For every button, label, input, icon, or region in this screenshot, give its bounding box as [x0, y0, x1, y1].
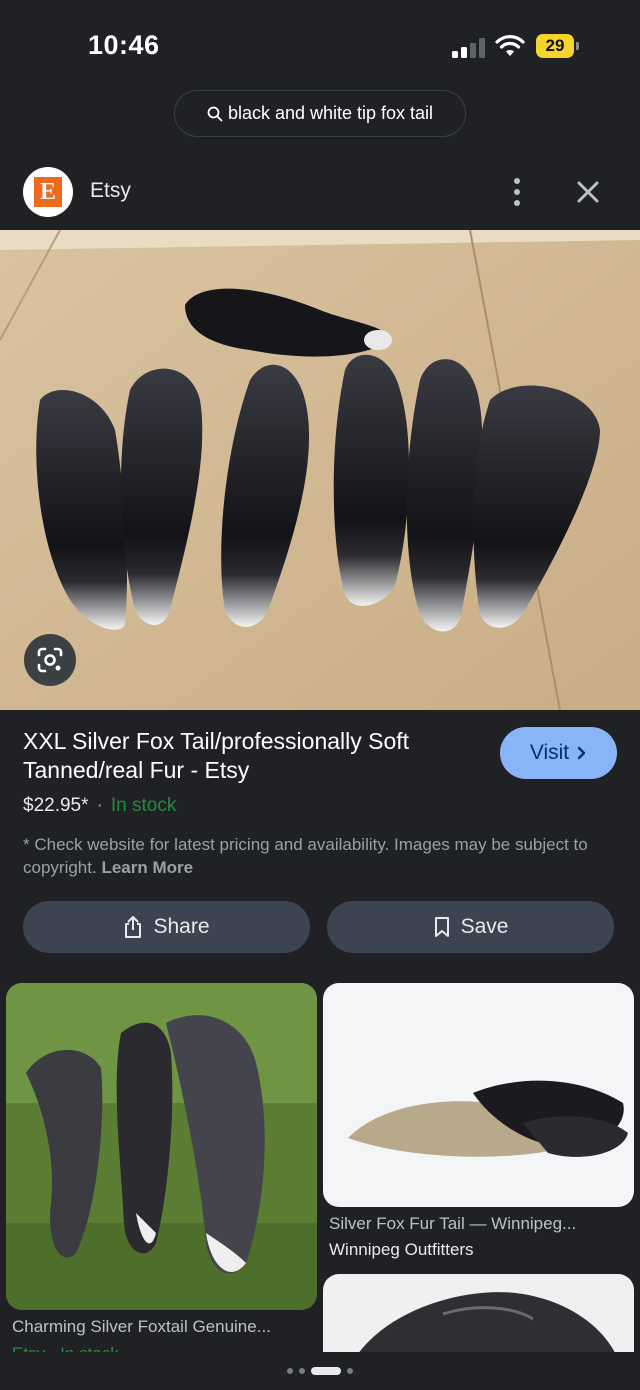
related-caption-1[interactable]: Charming Silver Foxtail Genuine... — [12, 1317, 312, 1337]
save-button[interactable]: Save — [327, 901, 614, 953]
price: $22.95* — [23, 795, 89, 816]
visual-search-button[interactable] — [24, 634, 76, 686]
stock-status: In stock — [110, 795, 177, 816]
search-query-chip[interactable]: black and white tip fox tail — [174, 90, 466, 137]
share-icon — [125, 916, 142, 938]
battery-level: 29 — [536, 34, 574, 58]
source-header: E Etsy — [0, 160, 640, 224]
source-name[interactable]: Etsy — [90, 179, 131, 203]
search-icon — [207, 106, 223, 121]
close-icon[interactable] — [570, 174, 606, 210]
etsy-logo-icon: E — [23, 167, 73, 217]
share-button-label: Share — [153, 915, 210, 938]
disclaimer-text: * Check website for latest pricing and a… — [23, 835, 588, 877]
visit-button[interactable]: Visit — [500, 727, 617, 779]
related-caption-2[interactable]: Silver Fox Fur Tail — Winnipeg... — [329, 1214, 629, 1234]
status-bar: 10:46 29 — [0, 0, 640, 90]
clock: 10:46 — [88, 30, 160, 60]
chevron-right-icon — [577, 746, 586, 760]
lens-icon — [37, 647, 63, 673]
bookmark-icon — [434, 917, 449, 937]
share-button[interactable]: Share — [23, 901, 310, 953]
product-image[interactable] — [0, 230, 640, 710]
learn-more-link[interactable]: Learn More — [101, 858, 193, 877]
related-source-2: Winnipeg Outfitters — [329, 1240, 474, 1259]
visit-button-label: Visit — [529, 741, 570, 764]
save-button-label: Save — [460, 915, 509, 938]
page-indicator — [0, 1364, 640, 1378]
price-line: $22.95* · In stock — [23, 795, 177, 816]
related-image-2[interactable] — [323, 983, 634, 1207]
related-image-1[interactable] — [6, 983, 317, 1310]
search-query-text: black and white tip fox tail — [227, 103, 434, 123]
cellular-signal-icon — [452, 38, 486, 58]
more-options-button[interactable] — [502, 174, 532, 210]
product-title[interactable]: XXL Silver Fox Tail/professionally Soft … — [23, 727, 473, 785]
wifi-icon — [495, 35, 525, 56]
battery-icon: 29 — [536, 34, 580, 58]
